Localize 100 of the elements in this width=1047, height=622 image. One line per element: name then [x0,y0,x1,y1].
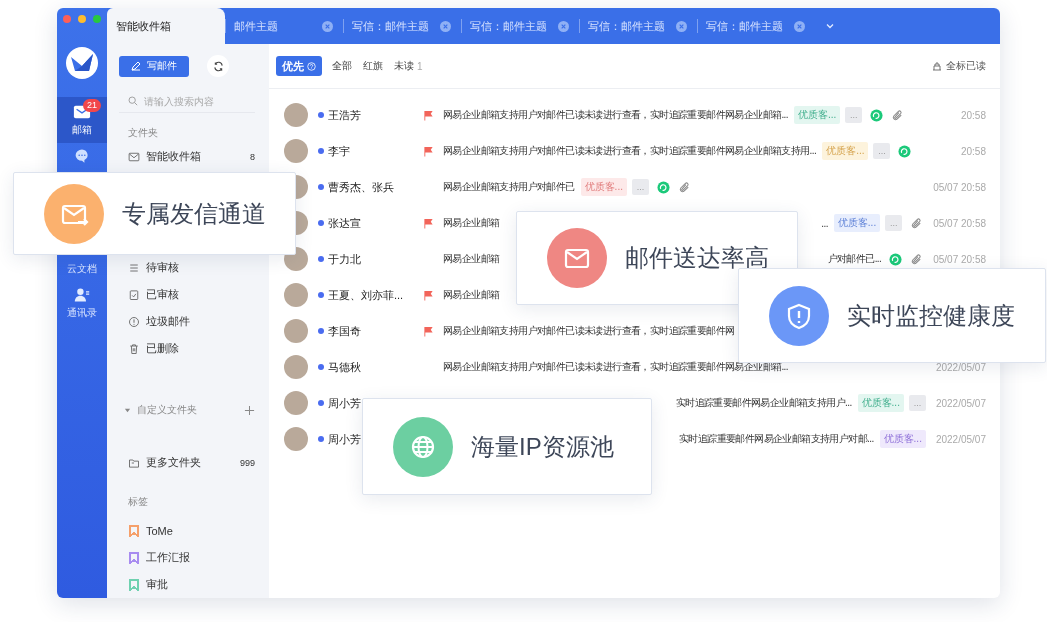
flag-icon[interactable] [423,325,434,337]
customer-tag: 优质客... [580,178,627,196]
close-icon[interactable] [794,20,805,32]
chevron-down-icon[interactable] [825,21,835,31]
tag-label: 审批 [146,577,168,592]
folder-item[interactable]: 智能收件箱 8 [119,143,255,170]
mail-time: 2022/05/07 [935,361,986,373]
nav-label: 通讯录 [67,305,97,320]
sender-name: 王浩芳 [328,107,362,123]
tab[interactable]: 写信：邮件主题 [461,8,579,44]
feature-title: 海量IP资源池 [471,431,614,462]
tag-label: 工作汇报 [146,550,190,565]
tab[interactable]: 写信：邮件主题 [579,8,697,44]
avatar [284,283,308,307]
feature-title: 专属发信通道 [122,198,266,229]
mail-subject: 实时追踪重要邮件网易企业邮箱支持用户对邮... [679,432,874,446]
add-icon[interactable] [244,404,255,416]
flag-icon[interactable] [423,289,434,301]
caret-icon[interactable] [124,406,131,414]
close-icon[interactable] [558,20,569,32]
sender-name: 马德秋 [328,359,362,375]
tab[interactable]: 写信：邮件主题 [343,8,461,44]
app-logo [66,47,98,79]
mail-time: 05/07 20:58 [933,253,986,265]
refresh-button[interactable] [207,55,229,77]
minimize-window-button[interactable] [78,15,86,23]
mark-all-read-button[interactable]: 全标已读 [926,58,992,74]
flag-icon[interactable] [423,217,434,229]
search-icon [128,96,138,106]
tab[interactable]: 写信：邮件主题 [697,8,815,44]
sender-name: 张达宣 [328,215,362,231]
folder-label: 已审核 [146,287,179,302]
close-icon[interactable] [322,20,333,32]
mail-subject: 网易企业邮箱支持用户对邮件已读未读进行查看，实时追踪重要邮件网易企业邮箱支持用... [443,144,817,158]
refresh-icon [212,60,224,72]
contact-icon [73,286,91,303]
sidebar-nav-item[interactable]: 通讯录 [57,280,107,326]
tag-item[interactable]: 审批 [119,571,255,598]
mail-time: 05/07 20:58 [933,217,986,229]
filter-tab[interactable]: 红旗 [362,56,384,76]
folder-count: 8 [250,151,255,162]
section-title: 文件夹 [127,126,159,140]
folder-item[interactable]: 已审核 [119,281,255,308]
filter-tab[interactable]: 未读 1 [393,56,424,76]
folder-label: 智能收件箱 [146,149,201,164]
mail-subject: 网易企业邮箱 [443,288,500,302]
clipboard-check-icon [128,288,140,301]
nav-label: 云文档 [67,262,97,276]
mail-subject: 网易企业邮箱支持用户对邮件已 [443,180,575,194]
mail-subject: ... [821,217,828,229]
pencil-icon [131,61,141,71]
close-icon[interactable] [440,20,451,32]
mail-time: 20:58 [960,109,986,121]
search-field[interactable]: 请输入搜索内容 [144,95,254,107]
filter-tab[interactable]: 全部 [331,56,353,76]
flag-icon[interactable] [423,109,434,121]
folder-label: 已删除 [146,341,179,356]
folder-item[interactable]: 待审核 [119,254,255,281]
sender-name: 王夏、刘亦菲... [328,287,405,303]
customer-tag: 优质客... [879,430,926,448]
mail-time: 2022/05/07 [935,397,986,409]
folder-item[interactable]: 更多文件夹 999 [119,449,255,476]
mail-subject: 网易企业邮箱支持用户对邮件已读未读进行查看，实时追踪重要邮件网易企业邮箱... [443,108,788,122]
nav-label: 邮箱 [72,122,92,137]
sender-name: 周小芳 [328,431,362,447]
section-title: 标签 [127,495,149,509]
sidebar-nav-item[interactable]: 云文档 [57,258,107,280]
list-icon [128,261,140,274]
mail-subject: 网易企业邮箱 [443,252,500,266]
avatar [284,427,308,451]
compose-button[interactable]: 写邮件 [119,55,189,77]
tag-item[interactable]: ToMe [119,517,255,544]
folder-label: 垃圾邮件 [146,314,190,329]
section-title: 自定义文件夹 [137,403,197,417]
tag-item[interactable]: 工作汇报 [119,544,255,571]
folder-item[interactable]: 已删除 [119,335,255,362]
avatar [284,319,308,343]
feature-title: 邮件送达率高 [625,243,769,273]
customer-tag: 优质客... [793,106,841,124]
mail-time: 20:58 [960,145,986,157]
close-icon[interactable] [676,20,687,32]
warning-icon [128,315,140,328]
flag-icon[interactable] [423,145,434,157]
unread-badge: 21 [83,99,101,112]
maximize-window-button[interactable] [93,15,101,23]
sender-name: 李宇 [328,143,351,159]
sender-name: 于力北 [328,251,362,267]
mail-subject: 户对邮件已... [827,252,882,266]
trash-icon [128,342,140,355]
filter-tab[interactable]: 优先 [276,56,322,76]
tab[interactable]: 邮件主题 [225,8,343,44]
tab[interactable]: 智能收件箱 [107,8,225,44]
mail-subject: 实时追踪重要邮件网易企业邮箱支持用户... [675,396,852,410]
avatar [284,103,308,127]
folder-item[interactable]: 垃圾邮件 [119,308,255,335]
customer-tag: 优质客... [833,214,881,232]
avatar [284,391,308,415]
sidebar-nav-item[interactable]: 邮箱 21 [57,97,107,143]
folder-icon [128,456,140,469]
mail-time: 2022/05/07 [935,433,986,445]
